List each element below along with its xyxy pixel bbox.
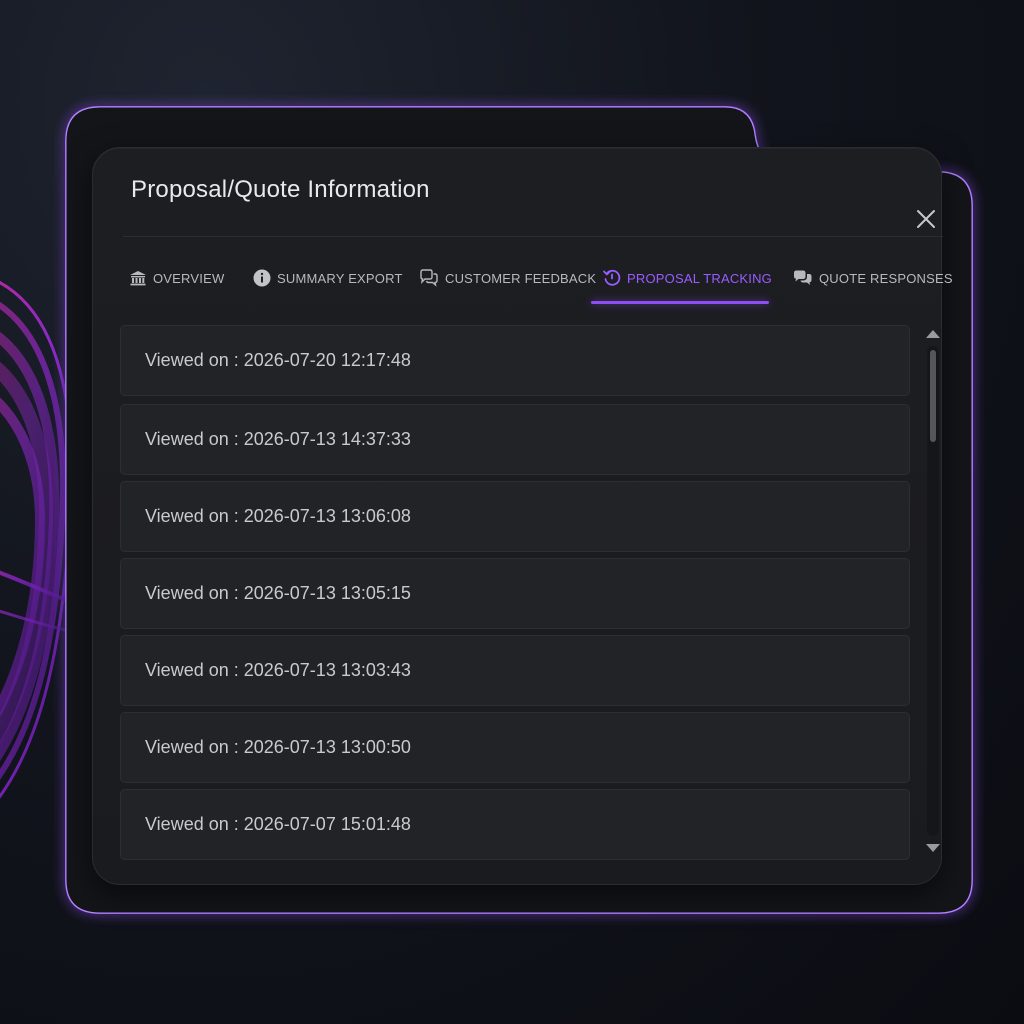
- list-item[interactable]: Viewed on : 2026-07-07 15:01:48: [120, 789, 910, 860]
- scroll-down-arrow-icon[interactable]: [926, 844, 940, 852]
- list-item[interactable]: Viewed on : 2026-07-20 12:17:48: [120, 325, 910, 396]
- list-item-timestamp: 2026-07-07 15:01:48: [243, 814, 411, 834]
- list-item-timestamp: 2026-07-13 13:00:50: [243, 737, 411, 757]
- chat-bubbles-icon: [419, 269, 439, 287]
- list-item-prefix: Viewed on: [145, 814, 229, 834]
- tab-proposal-tracking[interactable]: PROPOSAL TRACKING: [603, 253, 772, 303]
- list-item[interactable]: Viewed on : 2026-07-13 13:03:43: [120, 635, 910, 706]
- comments-icon: [793, 269, 813, 287]
- list-item-prefix: Viewed on: [145, 350, 229, 370]
- title-divider: [123, 236, 943, 237]
- tab-quote-responses-label: QUOTE RESPONSES: [819, 270, 953, 286]
- list-item[interactable]: Viewed on : 2026-07-13 14:37:33: [120, 404, 910, 475]
- list-item-prefix: Viewed on: [145, 660, 229, 680]
- list-item-separator: :: [228, 660, 244, 680]
- tab-summary-export-label: SUMMARY EXPORT: [277, 270, 403, 286]
- scroll-track[interactable]: [927, 346, 939, 836]
- list-item-timestamp: 2026-07-13 13:03:43: [243, 660, 411, 680]
- tab-customer-feedback-label: CUSTOMER FEEDBACK: [445, 270, 597, 286]
- list-item[interactable]: Viewed on : 2026-07-13 13:00:50: [120, 712, 910, 783]
- list-item-separator: :: [228, 350, 244, 370]
- dialog-title: Proposal/Quote Information: [131, 176, 430, 203]
- list-item-timestamp: 2026-07-13 13:06:08: [243, 506, 411, 526]
- info-icon: [253, 269, 271, 287]
- list-item-separator: :: [228, 506, 244, 526]
- list-item-prefix: Viewed on: [145, 737, 229, 757]
- tab-overview-label: OVERVIEW: [153, 270, 225, 286]
- list-item[interactable]: Viewed on : 2026-07-13 13:06:08: [120, 481, 910, 552]
- active-tab-indicator: [591, 301, 769, 304]
- tab-quote-responses[interactable]: QUOTE RESPONSES: [793, 253, 953, 303]
- tab-customer-feedback[interactable]: CUSTOMER FEEDBACK: [419, 253, 596, 303]
- list-item-timestamp: 2026-07-20 12:17:48: [243, 350, 411, 370]
- tab-bar: OVERVIEW SUMMARY EXPORT CUSTOMER FEEDBAC…: [119, 253, 953, 304]
- history-icon: [603, 269, 621, 287]
- list-scrollbar[interactable]: [925, 330, 941, 860]
- bank-icon: [129, 269, 147, 287]
- list-item-separator: :: [228, 583, 244, 603]
- list-item[interactable]: Viewed on : 2026-07-13 13:05:15: [120, 558, 910, 629]
- tab-summary-export[interactable]: SUMMARY EXPORT: [253, 253, 403, 303]
- list-item-separator: :: [228, 429, 244, 449]
- proposal-info-dialog: Proposal/Quote Information OVERVIEW SUMM…: [92, 147, 953, 885]
- scroll-thumb[interactable]: [930, 350, 936, 442]
- list-item-prefix: Viewed on: [145, 429, 229, 449]
- tab-overview[interactable]: OVERVIEW: [129, 253, 224, 303]
- list-item-separator: :: [228, 814, 244, 834]
- scroll-up-arrow-icon[interactable]: [926, 330, 940, 338]
- list-item-prefix: Viewed on: [145, 506, 229, 526]
- close-icon: [917, 210, 935, 228]
- list-item-timestamp: 2026-07-13 13:05:15: [243, 583, 411, 603]
- list-item-timestamp: 2026-07-13 14:37:33: [243, 429, 411, 449]
- tab-proposal-tracking-label: PROPOSAL TRACKING: [627, 270, 772, 286]
- list-item-prefix: Viewed on: [145, 583, 229, 603]
- close-button[interactable]: [911, 204, 941, 234]
- list-item-separator: :: [228, 737, 244, 757]
